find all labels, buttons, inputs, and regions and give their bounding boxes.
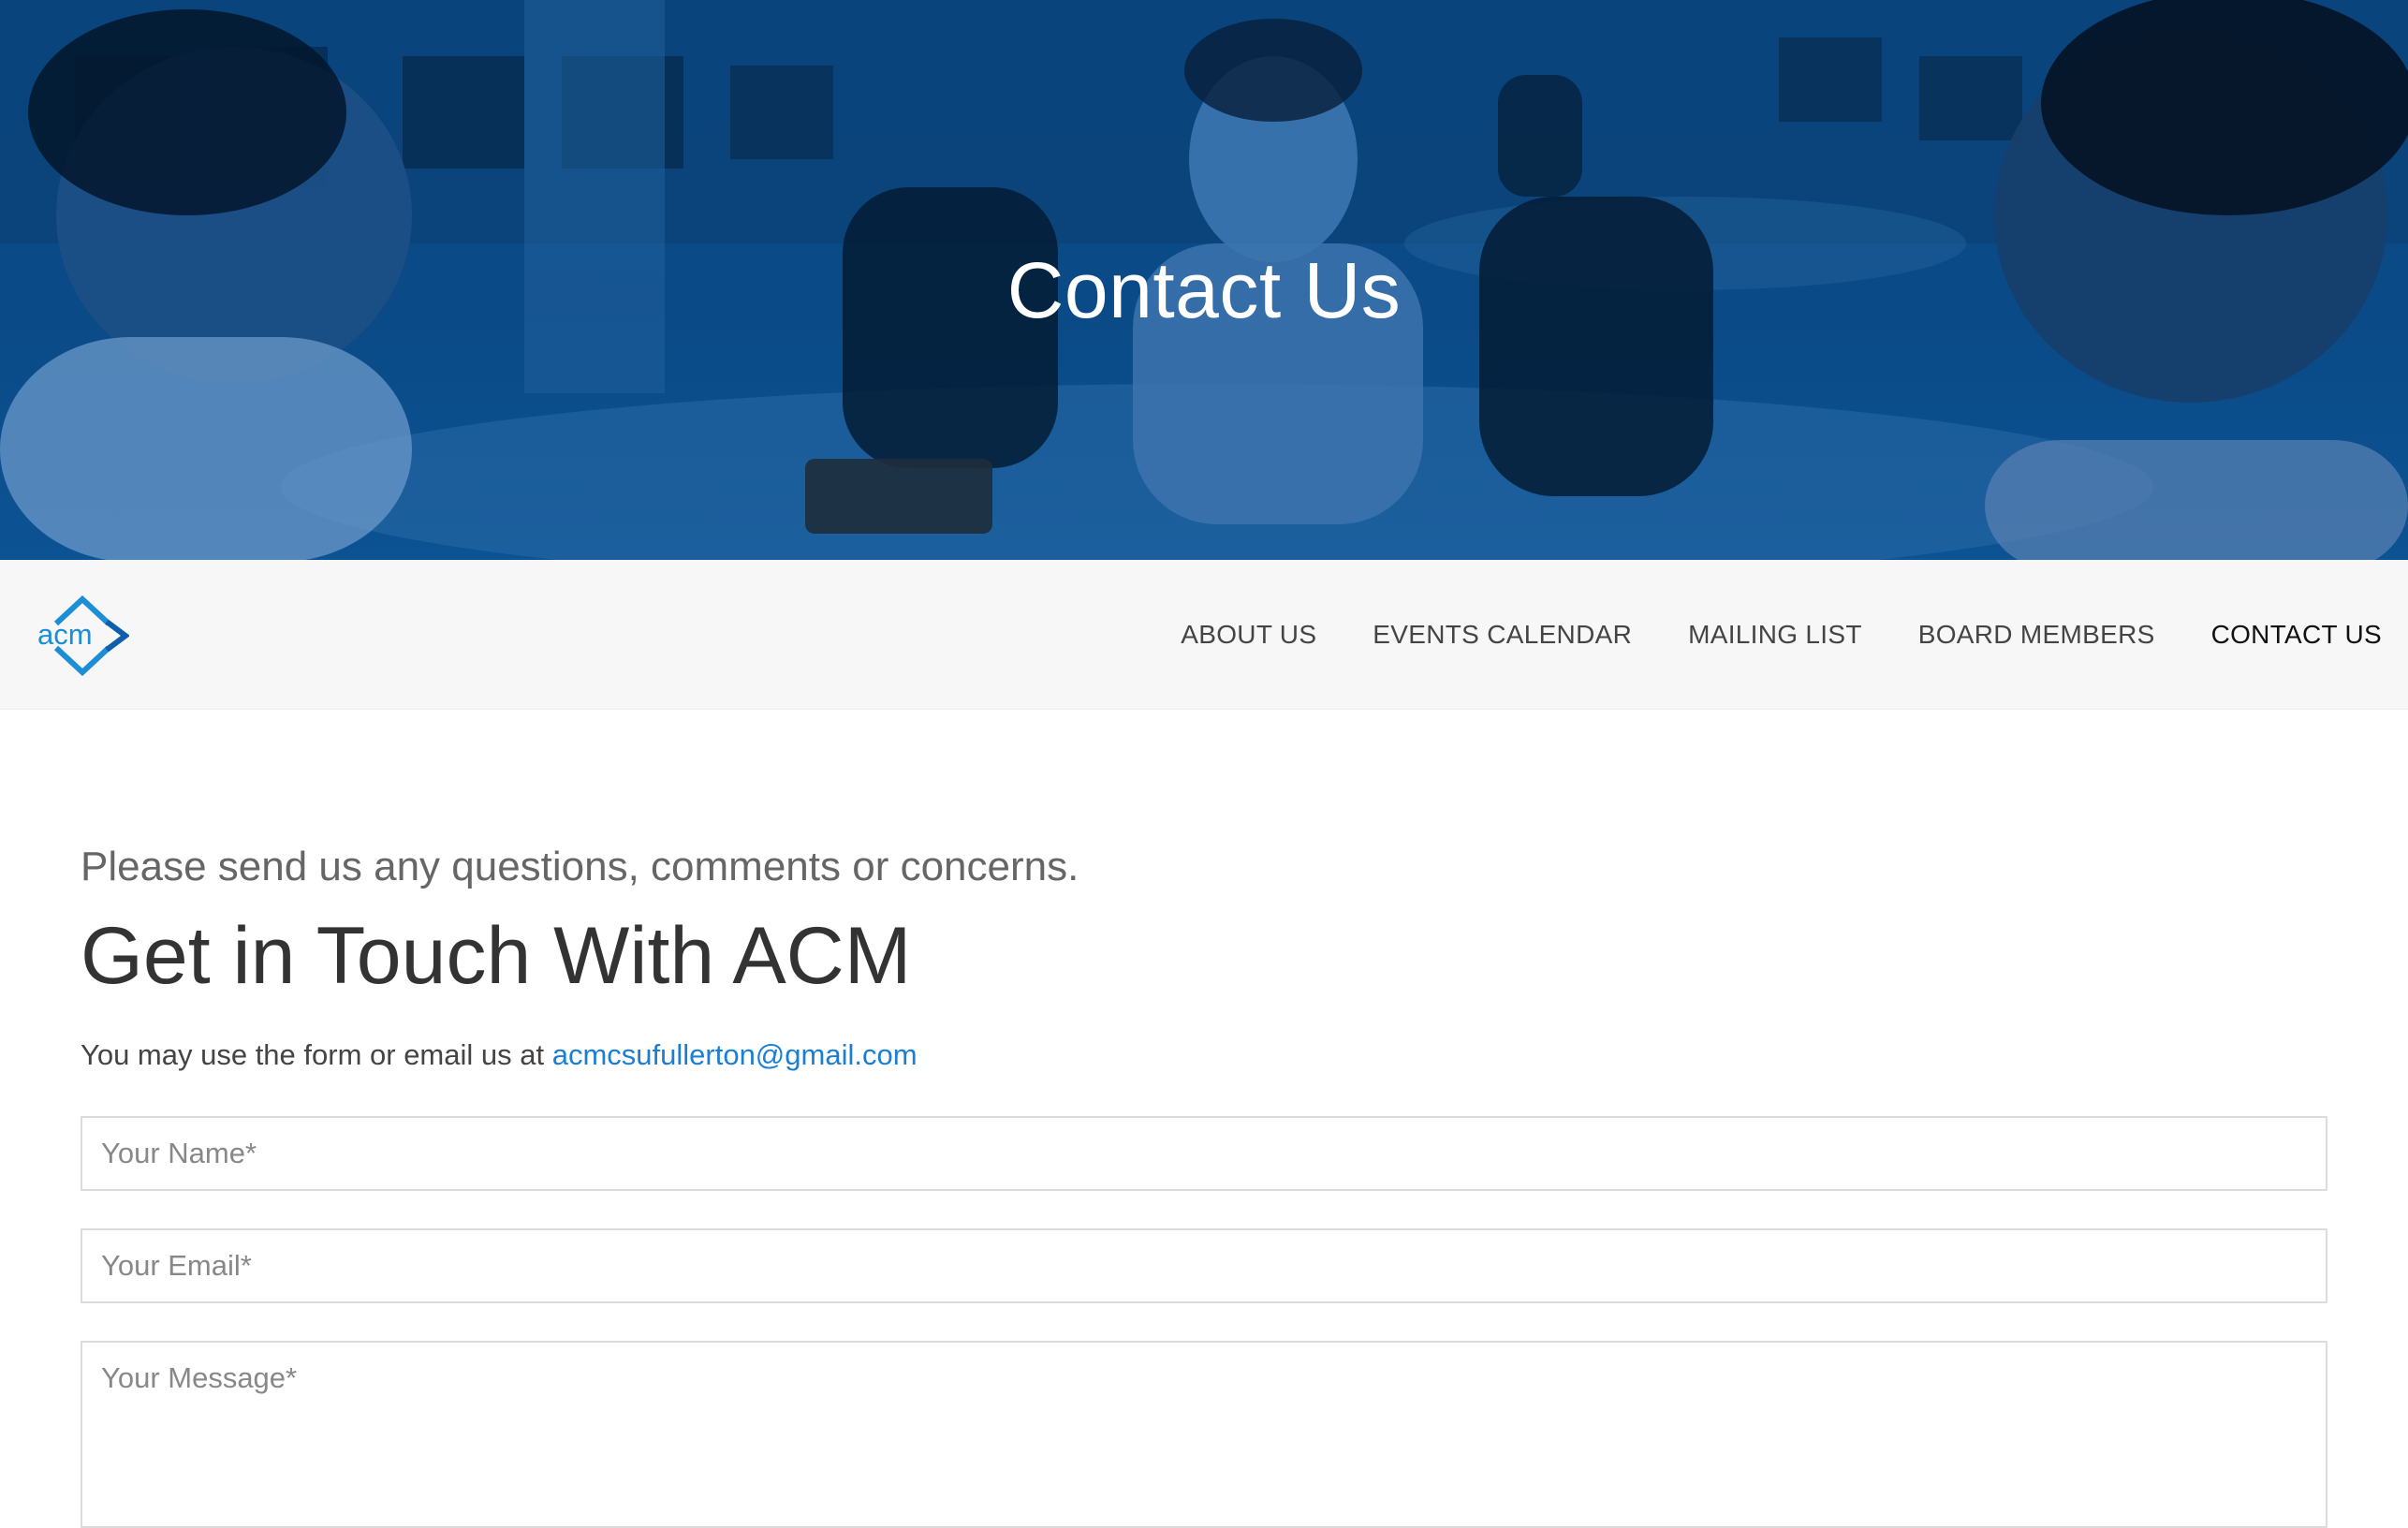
intro-text: You may use the form or email us at acmc… — [81, 1040, 918, 1069]
message-textarea[interactable] — [81, 1341, 2327, 1528]
acm-logo-icon: acm — [37, 595, 129, 676]
hero-banner: Contact Us — [0, 0, 2408, 560]
email-input[interactable] — [81, 1228, 2327, 1303]
nav-board-members[interactable]: BOARD MEMBERS — [1918, 620, 2155, 650]
section-subheading: Please send us any questions, comments o… — [81, 844, 1079, 889]
section-heading: Get in Touch With ACM — [81, 911, 912, 1001]
nav-about-us[interactable]: ABOUT US — [1181, 620, 1316, 650]
page-title: Contact Us — [1006, 246, 1402, 334]
name-input[interactable] — [81, 1116, 2327, 1191]
intro-text-label: You may use the form or email us at — [81, 1038, 552, 1071]
navbar: acm ABOUT US EVENTS CALENDAR MAILING LIS… — [0, 560, 2408, 710]
nav-mailing-list[interactable]: MAILING LIST — [1688, 620, 1862, 650]
email-link[interactable]: acmcsufullerton@gmail.com — [552, 1038, 918, 1071]
main-nav: ABOUT US EVENTS CALENDAR MAILING LIST BO… — [1181, 560, 2382, 710]
nav-events-calendar[interactable]: EVENTS CALENDAR — [1373, 620, 1632, 650]
nav-contact-us[interactable]: CONTACT US — [2211, 620, 2382, 650]
svg-text:acm: acm — [37, 618, 93, 651]
